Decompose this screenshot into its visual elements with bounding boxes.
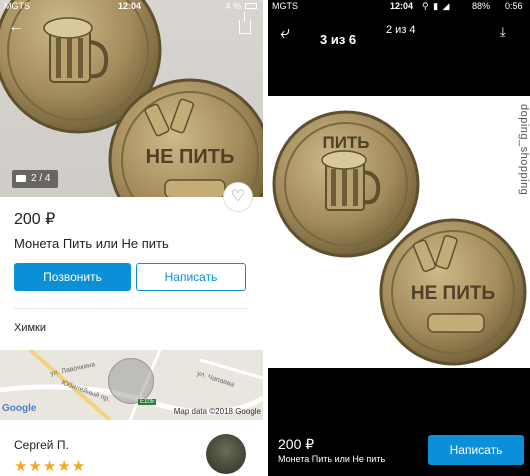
listing-title: Монета Пить или Не пить xyxy=(14,236,169,251)
road-badge: E105 xyxy=(138,399,157,405)
status-icons: ⚲ ▮ ◢ xyxy=(422,1,451,11)
rating-stars: ★★★★★ xyxy=(14,458,87,475)
photo-viewer-screen: MGTS 12:04 ⚲ ▮ ◢ 88% 0:56 ⤶ 3 из 6 2 из … xyxy=(268,0,530,476)
photo-counter: 2 / 4 xyxy=(12,170,58,188)
clock-label: 12:04 xyxy=(390,1,414,11)
location-map[interactable]: ул. Лавочкина Юбилейный пр. ул. Чапаева … xyxy=(0,350,263,420)
coins-image: НЕ ПИТЬ xyxy=(0,0,263,197)
watermark-text: doping_shopping xyxy=(518,104,530,196)
secondary-clock-label: 0:56 xyxy=(505,1,523,11)
call-button[interactable]: Позвонить xyxy=(14,263,131,291)
seller-avatar[interactable] xyxy=(206,434,246,474)
coin-back-text: НЕ ПИТЬ xyxy=(146,146,235,168)
divider xyxy=(14,308,249,309)
carrier-label: MGTS xyxy=(4,1,30,11)
location-label: Химки xyxy=(14,322,47,334)
photo-counter: 3 из 6 xyxy=(320,32,357,47)
coin-photo[interactable]: ПИТЬ НЕ ПИТЬ xyxy=(268,96,530,368)
coin-front-text: ПИТЬ xyxy=(322,133,369,152)
favorite-heart-icon[interactable]: ♡ xyxy=(223,182,253,212)
listing-screen: НЕ ПИТЬ MGTS 12:04 4 % ← 2 / 4 ♡ 200 ₽ М… xyxy=(0,0,263,476)
map-area-circle xyxy=(108,358,154,404)
share-icon[interactable] xyxy=(239,12,251,34)
download-icon[interactable]: ⤓ xyxy=(500,24,506,40)
battery-label: 88% xyxy=(472,1,491,11)
map-attribution: Map data ©2018 Google xyxy=(173,407,261,416)
status-bar: MGTS 12:04 ⚲ ▮ ◢ 88% 0:56 xyxy=(268,0,530,14)
camera-icon xyxy=(16,175,26,182)
coin-back-text: НЕ ПИТЬ xyxy=(411,283,495,304)
listing-photo[interactable]: НЕ ПИТЬ xyxy=(0,0,263,197)
battery-label: 4 % xyxy=(225,1,241,11)
back-arrow-icon[interactable]: ← xyxy=(8,18,24,36)
write-button[interactable]: Написать xyxy=(428,435,524,465)
clock-label: 12:04 xyxy=(118,1,142,11)
battery-icon xyxy=(245,3,257,9)
price-label: 200 ₽ xyxy=(14,211,56,228)
screenshot: НЕ ПИТЬ MGTS 12:04 4 % ← 2 / 4 ♡ 200 ₽ М… xyxy=(0,0,530,476)
close-back-icon[interactable]: ⤶ xyxy=(280,22,290,43)
carrier-label: MGTS xyxy=(272,1,298,11)
photo-counter-label: 2 / 4 xyxy=(31,173,51,184)
seller-name[interactable]: Сергей П. xyxy=(14,438,69,452)
listing-title: Монета Пить или Не пить xyxy=(278,454,386,464)
price-label: 200 ₽ xyxy=(278,436,315,452)
write-button[interactable]: Написать xyxy=(136,263,246,291)
photo-counter-secondary: 2 из 4 xyxy=(386,24,416,36)
coins-image: ПИТЬ НЕ ПИТЬ xyxy=(272,110,527,366)
google-logo: Google xyxy=(2,403,37,414)
status-bar: MGTS 12:04 4 % xyxy=(0,0,263,14)
